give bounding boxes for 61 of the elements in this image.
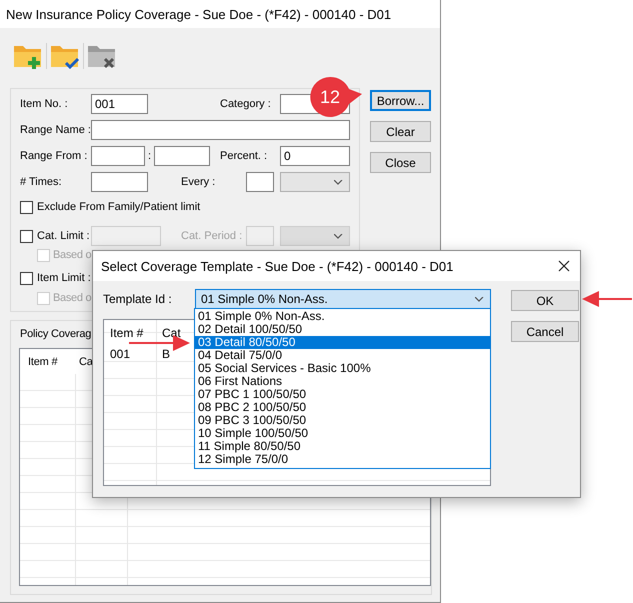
dropdown-option[interactable]: 10 Simple 100/50/50	[195, 427, 490, 440]
dialog-button[interactable]: OK	[511, 290, 579, 311]
field-label: Range Name :	[20, 124, 91, 136]
table-cell-text: B	[161, 346, 172, 360]
template-dropdown[interactable]: 01 Simple 0% Non-Ass.	[195, 289, 491, 309]
dropdown-option[interactable]: 07 PBC 1 100/50/50	[195, 388, 490, 401]
times-field[interactable]	[91, 172, 148, 192]
pointer-arrow	[582, 290, 632, 308]
checkbox-label: Based o	[53, 292, 92, 304]
close-icon[interactable]	[558, 260, 570, 272]
dropdown-option[interactable]: 08 PBC 2 100/50/50	[195, 401, 490, 414]
range-name-field[interactable]	[91, 120, 350, 140]
column-header: Item #	[27, 356, 58, 368]
range-to-field[interactable]	[154, 146, 210, 166]
column-header: Ca	[78, 356, 94, 368]
dropdown-option[interactable]: 12 Simple 75/0/0	[195, 453, 490, 466]
field-label: Exclude From Family/Patient limit	[37, 201, 200, 213]
percent-field[interactable]: 0	[280, 146, 350, 166]
dropdown-option[interactable]: 05 Social Services - Basic 100%	[195, 362, 490, 375]
dropdown-option[interactable]: 09 PBC 3 100/50/50	[195, 414, 490, 427]
chevron-icon	[334, 234, 343, 238]
dialog-button[interactable]: Cancel	[511, 321, 579, 342]
every-field[interactable]	[246, 172, 274, 192]
dropdown-option[interactable]: 01 Simple 0% Non-Ass.	[195, 310, 490, 323]
table-cell-text: 001	[109, 346, 132, 360]
field-label: Cat. Limit :	[37, 230, 91, 242]
checkbox[interactable]	[20, 272, 33, 284]
dialog-title: Select Coverage Template - Sue Doe - (*F42) - 000140 - D01	[101, 258, 454, 274]
dropdown-option[interactable]: 04 Detail 75/0/0	[195, 349, 490, 362]
window-title: New Insurance Policy Coverage - Sue Doe - (*F42) - 000140 - D01	[6, 6, 392, 22]
separator-label: :	[146, 150, 152, 162]
field-label: Item Limit :	[37, 272, 91, 284]
checkbox[interactable]	[20, 230, 33, 242]
dialog-button[interactable]: Borrow...	[370, 90, 431, 111]
field-label: Cat. Period :	[181, 230, 244, 242]
column-header: Cat	[161, 326, 182, 340]
dropdown-value: 01 Simple 0% Non-Ass.	[201, 292, 328, 306]
step-badge: 12	[309, 76, 363, 118]
dropdown-option[interactable]: 06 First Nations	[195, 375, 490, 388]
checkbox[interactable]	[20, 200, 33, 214]
checkbox-label: Based o	[53, 249, 92, 261]
chevron-icon	[334, 180, 343, 184]
folder-add-icon[interactable]	[13, 43, 43, 69]
range-from-field[interactable]	[91, 146, 145, 166]
chevron-icon	[475, 296, 484, 302]
field-label: Category :	[220, 98, 272, 110]
field-label: Template Id :	[103, 292, 173, 306]
field-label: Range From :	[20, 150, 88, 162]
dropdown-option[interactable]: 03 Detail 80/50/50	[195, 336, 490, 349]
group-title: Policy Coverag	[19, 328, 92, 342]
dropdown-option[interactable]: 11 Simple 80/50/50	[195, 440, 490, 453]
field-label: Percent. :	[220, 150, 268, 162]
folder-check-icon[interactable]	[50, 43, 80, 69]
dialog-button[interactable]: Clear	[370, 121, 431, 142]
field-label: Every :	[181, 176, 216, 188]
dialog-button[interactable]: Close	[370, 152, 431, 173]
field-label: Item No. :	[20, 98, 69, 110]
column-header: Item #	[109, 326, 144, 340]
dropdown-option[interactable]: 02 Detail 100/50/50	[195, 323, 490, 336]
item-number-field[interactable]: 001	[91, 94, 148, 114]
field-label: # Times:	[20, 176, 63, 188]
